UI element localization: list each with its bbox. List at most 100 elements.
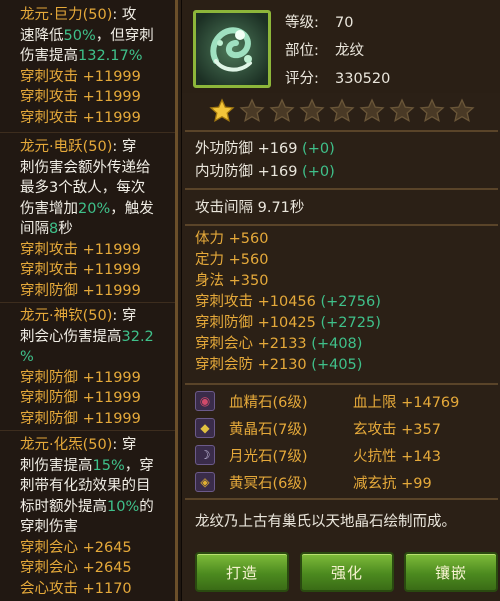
skill-desc-line: 穿刺伤害	[20, 517, 172, 538]
attribute-label: 穿刺防御 +10425	[195, 315, 316, 331]
skill-stat: 会心攻击 +1170	[20, 580, 132, 597]
attribute-stat: 体力 +560	[195, 229, 268, 250]
skill-text: 间隔	[20, 221, 49, 237]
star-filled-icon	[209, 98, 235, 124]
yellow-nether-gem-icon: ◈	[195, 472, 215, 492]
skill-stat: 穿刺攻击 +11999	[20, 109, 141, 126]
skill-value: 15%	[92, 457, 125, 474]
attribute-stat: 穿刺攻击 +10456 (+2756)	[195, 292, 381, 313]
attribute-label: 穿刺会防 +2130	[195, 357, 307, 373]
skill-text: 刺伤害会额外传递给	[20, 159, 151, 176]
item-detail-panel: 等级: 70 部位: 龙纹 评分: 330520 外功防御 +169 (+0) 内功防御…	[181, 0, 500, 601]
skill-text: 秒	[58, 221, 73, 237]
gem-slot[interactable]: ◈ 黄冥石(6级) 减玄抗 +99	[195, 471, 495, 493]
skill-entry: 龙元·巨力(50): 攻速降低50%，但穿刺 伤害提高132.17% 穿刺攻击 +1…	[0, 5, 172, 128]
attribute-label: 体力 +560	[195, 231, 269, 247]
forge-button[interactable]: 打造	[195, 552, 289, 592]
level-label: 等级:	[285, 15, 319, 31]
skill-desc-line: 龙元·巨力(50): 攻	[20, 5, 172, 26]
skill-text: 伤害增加	[20, 200, 78, 217]
attribute-bonus: (+2756)	[320, 294, 381, 310]
skill-text: ，穿	[124, 457, 154, 474]
star-empty-icon	[269, 98, 295, 124]
skill-desc-line: 刺伤害会额外传递给	[20, 158, 172, 179]
skill-stat: 穿刺攻击 +11999	[20, 68, 141, 85]
skill-divider	[0, 132, 175, 133]
skill-value: 20%	[78, 200, 111, 217]
attribute-bonus: (+2725)	[320, 315, 381, 331]
skill-value: 8	[49, 221, 59, 237]
skill-desc-line: 伤害增加20%，触发	[20, 199, 172, 220]
skill-stat: 穿刺防御 +11999	[20, 410, 141, 427]
gem-name: 血精石(6级)	[229, 395, 308, 411]
skill-text: 刺会心伤害提高	[20, 328, 122, 345]
skill-text: 刺带有化劲效果的目	[20, 478, 151, 494]
skill-divider	[0, 302, 175, 303]
attribute-label: 身法 +350	[195, 273, 269, 289]
attribute-bonus: (+405)	[311, 357, 363, 373]
skill-name: 龙元·化炁(50)	[20, 437, 113, 453]
score-label: 评分:	[285, 71, 319, 87]
gem-slot[interactable]: ☽ 月光石(7级) 火抗性 +143	[195, 444, 495, 466]
skill-text: 标时额外提高	[20, 498, 107, 515]
skill-stat: 穿刺防御 +11999	[20, 369, 141, 386]
skill-desc-line: 龙元·电跃(50): 穿	[20, 137, 172, 158]
skill-desc-line: 刺会心伤害提高32.2	[20, 327, 172, 348]
moonstone-icon: ☽	[195, 445, 215, 465]
star-empty-icon	[239, 98, 265, 124]
skill-desc-line: %	[20, 347, 172, 368]
skill-text: : 穿	[112, 308, 137, 324]
skill-text: ，触发	[110, 200, 154, 217]
item-tooltip-screen: 龙元·巨力(50): 攻速降低50%，但穿刺 伤害提高132.17% 穿刺攻击 +1…	[0, 0, 500, 601]
defense-stat: 外功防御 +169 (+0)	[195, 137, 335, 158]
gem-stat: 减玄抗 +99	[353, 476, 432, 492]
gem-slot[interactable]: ◆ 黄晶石(7级) 玄攻击 +357	[195, 417, 495, 439]
skill-text: 的	[139, 498, 154, 515]
skill-stat: 穿刺防御 +11999	[20, 282, 141, 299]
item-description: 龙纹乃上古有巢氏以天地晶石绘制而成。	[195, 514, 456, 530]
skill-value: 132.17%	[78, 48, 143, 64]
gem-slot[interactable]: ◉ 血精石(6级) 血上限 +14769	[195, 390, 495, 412]
inlay-button[interactable]: 镶嵌	[404, 552, 498, 592]
defense-label: 外功防御 +169	[195, 141, 298, 157]
skill-stat: 穿刺会心 +2645	[20, 560, 132, 577]
attack-interval: 攻击间隔 9.71秒	[195, 200, 305, 216]
skill-desc-line: 最多3个敌人，每次	[20, 178, 172, 199]
dragon-pattern-icon	[196, 13, 268, 85]
skill-desc-line: 龙元·化炁(50): 穿	[20, 435, 172, 456]
skill-stat: 穿刺攻击 +11999	[20, 262, 141, 279]
attribute-label: 定力 +560	[195, 252, 269, 268]
gem-stat: 血上限 +14769	[353, 395, 460, 411]
yellow-crystal-icon: ◆	[195, 418, 215, 438]
skill-entry: 龙元·化炁(50): 穿刺伤害提高15%，穿 刺带有化劲效果的目 标时额外提高10%…	[0, 435, 172, 599]
star-empty-icon	[299, 98, 325, 124]
skill-value: 10%	[107, 498, 140, 515]
divider	[185, 383, 498, 385]
skill-entry: 龙元·神钦(50): 穿刺会心伤害提高32.2% 穿刺防御 +11999 穿刺防御 …	[0, 306, 172, 429]
skill-stat: 穿刺会心 +2645	[20, 539, 132, 556]
attribute-stat: 穿刺防御 +10425 (+2725)	[195, 313, 381, 334]
item-icon	[193, 10, 271, 88]
attribute-stat: 身法 +350	[195, 271, 268, 292]
skill-stat: 穿刺攻击 +11999	[20, 89, 141, 106]
skill-desc-line: 刺带有化劲效果的目	[20, 476, 172, 497]
attribute-stat: 穿刺会心 +2133 (+408)	[195, 334, 362, 355]
slot-value: 龙纹	[335, 43, 364, 59]
star-empty-icon	[449, 98, 475, 124]
item-score: 评分: 330520	[285, 67, 390, 88]
defense-bonus: (+0)	[302, 164, 335, 180]
skill-name: 龙元·电跃(50)	[20, 139, 113, 155]
slot-label: 部位:	[285, 43, 319, 59]
skill-value: 50%	[63, 27, 96, 44]
star-empty-icon	[389, 98, 415, 124]
item-level: 等级: 70	[285, 11, 353, 32]
attribute-stat: 定力 +560	[195, 250, 268, 271]
enhance-button[interactable]: 强化	[300, 552, 394, 592]
divider	[185, 498, 498, 500]
skill-text: : 穿	[112, 139, 137, 155]
skill-name: 龙元·巨力(50)	[20, 7, 113, 23]
score-value: 330520	[335, 71, 391, 87]
gem-name: 月光石(7级)	[229, 449, 308, 465]
gem-stat: 玄攻击 +357	[353, 422, 441, 438]
skill-text: : 攻	[112, 7, 137, 23]
